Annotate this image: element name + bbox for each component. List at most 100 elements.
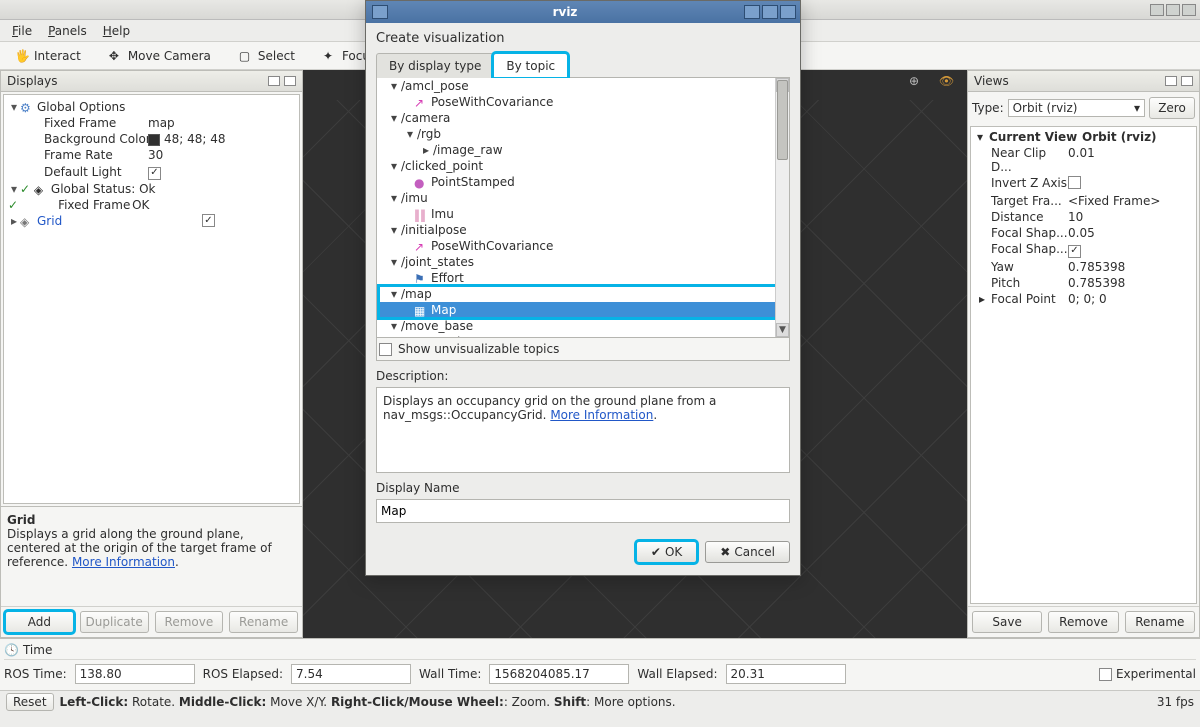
- focal-shape-size-value[interactable]: 0.05: [1068, 226, 1194, 240]
- tab-by-topic[interactable]: By topic: [493, 53, 568, 78]
- rename-button[interactable]: Rename: [229, 611, 298, 633]
- dialog-minimize-icon[interactable]: [744, 5, 760, 19]
- topic-joint-states[interactable]: /joint_states: [401, 255, 474, 269]
- grid-enable-check[interactable]: ✓: [202, 214, 215, 227]
- show-unvisualizable-check[interactable]: [379, 343, 392, 356]
- camera-preset-icon[interactable]: ⊕: [909, 74, 927, 92]
- panel-close-icon[interactable]: [284, 76, 296, 86]
- grid-icon: ◈: [20, 215, 34, 227]
- menu-help[interactable]: HelpHelp: [97, 22, 136, 40]
- panel-undock-icon[interactable]: [1165, 76, 1177, 86]
- grid-item[interactable]: Grid: [37, 214, 62, 228]
- dialog-heading: Create visualization: [376, 31, 790, 46]
- pitch-value[interactable]: 0.785398: [1068, 276, 1194, 290]
- views-panel-header: Views: [968, 71, 1199, 92]
- clock-icon: 🕓: [4, 643, 19, 657]
- frame-rate-value[interactable]: 30: [148, 148, 295, 162]
- target-frame-value[interactable]: <Fixed Frame>: [1068, 194, 1194, 208]
- panel-close-icon[interactable]: [1181, 76, 1193, 86]
- chevron-down-icon: ▾: [1134, 101, 1140, 115]
- display-description: Grid Displays a grid along the ground pl…: [1, 506, 302, 606]
- menu-panels[interactable]: PanelsPanels: [42, 22, 93, 40]
- focal-shape-fixed-check[interactable]: ✓: [1068, 242, 1194, 258]
- topic-move-base[interactable]: /move_base: [401, 319, 473, 333]
- global-status[interactable]: Global Status: Ok: [51, 182, 156, 196]
- menu-file[interactable]: FFileile: [6, 22, 38, 40]
- tab-by-display-type[interactable]: By display type: [376, 53, 494, 78]
- topic-posewithcov[interactable]: PoseWithCovariance: [431, 95, 553, 109]
- remove-button[interactable]: Remove: [155, 611, 224, 633]
- eye-icon[interactable]: 👁: [939, 74, 957, 92]
- topic-image-raw[interactable]: /image_raw: [433, 143, 503, 157]
- current-view-key[interactable]: Current View: [987, 130, 1082, 144]
- near-clip-value[interactable]: 0.01: [1068, 146, 1194, 174]
- yaw-value[interactable]: 0.785398: [1068, 260, 1194, 274]
- topic-effort[interactable]: Effort: [431, 271, 464, 285]
- interact-button[interactable]: 🖐Interact: [6, 45, 90, 67]
- dialog-titlebar[interactable]: rviz: [366, 1, 800, 23]
- gear-icon: ⚙: [20, 101, 34, 113]
- topic-tree[interactable]: ▾/amcl_pose ↗PoseWithCovariance ▾/camera…: [376, 78, 790, 338]
- minimize-icon[interactable]: [1150, 4, 1164, 16]
- move-camera-button[interactable]: ✥Move Camera: [100, 45, 220, 67]
- topic-imu[interactable]: /imu: [401, 191, 428, 205]
- display-name-input[interactable]: [376, 499, 790, 523]
- default-light-check[interactable]: ✓: [148, 164, 295, 180]
- ok-button[interactable]: ✔OK: [636, 541, 697, 563]
- scrollbar[interactable]: ▲ ▼: [775, 78, 789, 337]
- maximize-icon[interactable]: [1166, 4, 1180, 16]
- scroll-down-icon[interactable]: ▼: [776, 323, 789, 337]
- select-button[interactable]: ▢Select: [230, 45, 304, 67]
- ros-elapsed-value[interactable]: 7.54: [291, 664, 411, 684]
- topic-map[interactable]: /map: [401, 287, 432, 301]
- view-type-select[interactable]: Orbit (rviz)▾: [1008, 99, 1145, 117]
- target-frame-key: Target Fra...: [973, 194, 1068, 208]
- add-button[interactable]: Add: [5, 611, 74, 633]
- status-hint: Left-Click: Rotate. Middle-Click: Move X…: [60, 695, 676, 709]
- distance-value[interactable]: 10: [1068, 210, 1194, 224]
- ok-icon: ✔: [651, 545, 661, 559]
- ros-time-value[interactable]: 138.80: [75, 664, 195, 684]
- dialog-maximize-icon[interactable]: [762, 5, 778, 19]
- wall-time-value[interactable]: 1568204085.17: [489, 664, 629, 684]
- focal-point-key[interactable]: Focal Point: [989, 292, 1068, 306]
- scroll-thumb[interactable]: [777, 80, 788, 160]
- invert-z-key: Invert Z Axis: [973, 176, 1068, 192]
- displays-tree[interactable]: ▾⚙Global Options Fixed Framemap Backgrou…: [3, 94, 300, 504]
- global-options[interactable]: Global Options: [37, 100, 125, 114]
- select-icon: ▢: [239, 49, 253, 63]
- status-ok-icon: ◈: [34, 183, 48, 195]
- topic-dwa[interactable]: /DWAPlannerROS: [417, 335, 521, 338]
- invert-z-check[interactable]: [1068, 176, 1194, 192]
- bg-color-value[interactable]: 48; 48; 48: [148, 132, 295, 146]
- topic-pointstamped[interactable]: PointStamped: [431, 175, 515, 189]
- topic-imu-type[interactable]: Imu: [431, 207, 454, 221]
- near-clip-key: Near Clip D...: [973, 146, 1068, 174]
- topic-amcl-pose[interactable]: /amcl_pose: [401, 79, 469, 93]
- close-icon[interactable]: [1182, 4, 1196, 16]
- views-tree[interactable]: ▾Current ViewOrbit (rviz) Near Clip D...…: [970, 126, 1197, 604]
- reset-button[interactable]: Reset: [6, 693, 54, 711]
- topic-rgb[interactable]: /rgb: [417, 127, 441, 141]
- topic-clicked-point[interactable]: /clicked_point: [401, 159, 483, 173]
- cancel-button[interactable]: ✖Cancel: [705, 541, 790, 563]
- move-icon: ✥: [109, 49, 123, 63]
- focal-point-value[interactable]: 0; 0; 0: [1068, 292, 1194, 306]
- wall-elapsed-label: Wall Elapsed:: [637, 667, 717, 681]
- topic-initialpose[interactable]: /initialpose: [401, 223, 467, 237]
- experimental-check[interactable]: [1099, 668, 1112, 681]
- duplicate-button[interactable]: Duplicate: [80, 611, 149, 633]
- views-rename-button[interactable]: Rename: [1125, 611, 1195, 633]
- topic-posewithcov2[interactable]: PoseWithCovariance: [431, 239, 553, 253]
- zero-button[interactable]: Zero: [1149, 97, 1195, 119]
- more-info-link[interactable]: More Information: [72, 555, 175, 569]
- views-save-button[interactable]: Save: [972, 611, 1042, 633]
- views-remove-button[interactable]: Remove: [1048, 611, 1118, 633]
- wall-elapsed-value[interactable]: 20.31: [726, 664, 846, 684]
- topic-map-type[interactable]: Map: [431, 303, 456, 317]
- topic-camera[interactable]: /camera: [401, 111, 450, 125]
- dialog-more-info-link[interactable]: More Information: [550, 408, 653, 422]
- dialog-close-icon[interactable]: [780, 5, 796, 19]
- panel-undock-icon[interactable]: [268, 76, 280, 86]
- fixed-frame-value[interactable]: map: [148, 116, 295, 130]
